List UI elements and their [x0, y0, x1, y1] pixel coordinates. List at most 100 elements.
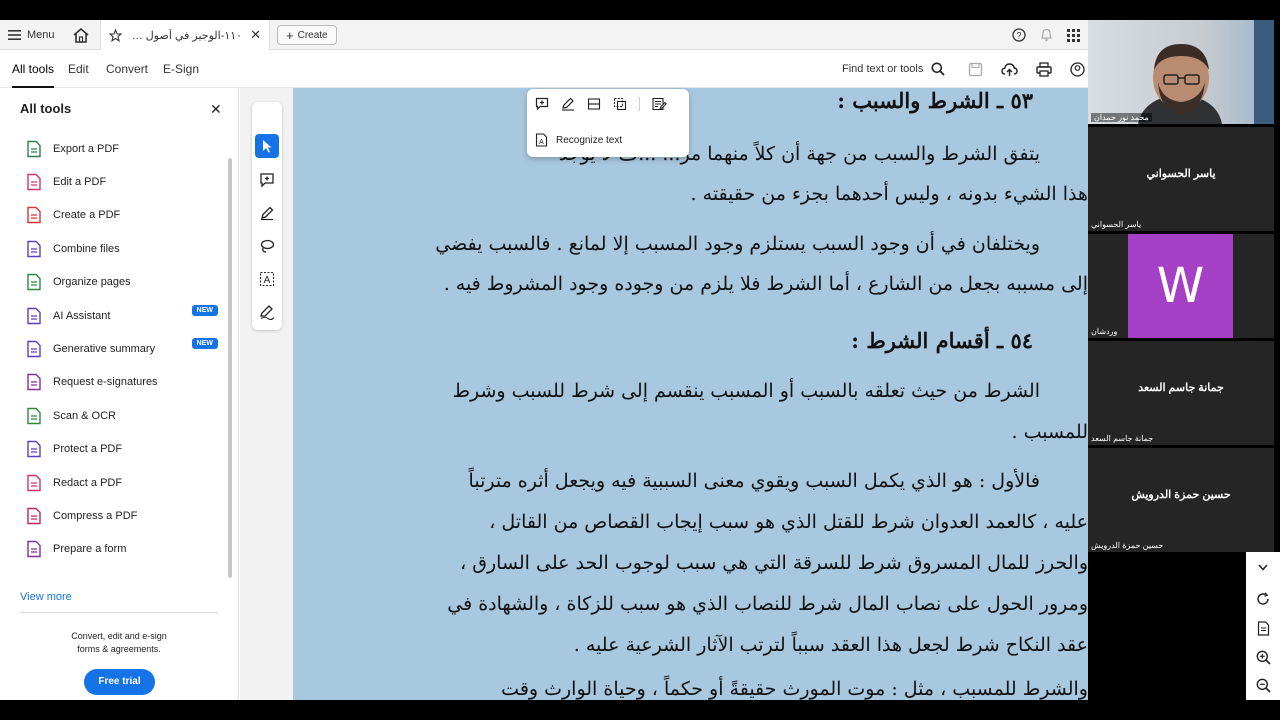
compress-pdf-icon: [27, 507, 41, 525]
document-text-line: للمسبب .: [1011, 421, 1088, 443]
tool-item[interactable]: Request e-signatures: [0, 366, 228, 399]
tab-convert[interactable]: Convert: [106, 50, 148, 88]
svg-text:A: A: [264, 275, 271, 286]
tool-item-label: Compress a PDF: [53, 509, 138, 522]
menu-label: Menu: [27, 29, 55, 41]
tool-item-label: Generative summary: [53, 343, 156, 356]
tool-item[interactable]: Organize pages: [0, 266, 228, 299]
participant-name: حسين حمزة الدرويش: [1091, 541, 1164, 550]
pdf-page[interactable]: ٥٣ ـ الشرط والسبب : يتفق الشرط والسبب من …: [293, 88, 1088, 700]
save-icon[interactable]: [968, 62, 983, 77]
free-trial-button[interactable]: Free trial: [84, 669, 155, 695]
sign-tool[interactable]: [255, 300, 279, 324]
bell-icon[interactable]: [1040, 28, 1053, 42]
promo-line-1: Convert, edit and e-sign: [71, 631, 167, 641]
tool-item[interactable]: Protect a PDF: [0, 433, 228, 466]
cursor-arrow-icon: [263, 140, 272, 153]
home-button[interactable]: [73, 20, 89, 50]
comment-plus-icon[interactable]: [535, 97, 549, 111]
select-tool-button[interactable]: [255, 134, 279, 158]
participant-display-name: ياسر الحسواني: [1146, 168, 1216, 180]
export-pdf-icon: [27, 140, 41, 157]
tab-all-tools[interactable]: All tools: [12, 50, 55, 88]
tool-item[interactable]: Generative summary NEW: [0, 332, 228, 365]
text-box-tool[interactable]: A: [255, 267, 279, 291]
draw-tool[interactable]: [255, 234, 279, 258]
document-text-line: إلى مسببه بجعل من الشارع ، أما الشرط فلا…: [443, 273, 1088, 295]
scan-ocr-icon: [27, 407, 41, 425]
strikethrough-icon[interactable]: [587, 97, 601, 111]
participant-name: وردشان: [1091, 327, 1118, 336]
document-text-line: والشرط للمسبب ، مثل : موت المورث حقيقةً …: [501, 678, 1088, 700]
tab-edit[interactable]: Edit: [68, 50, 89, 88]
toolbar-actions: [968, 50, 1085, 88]
panel-scrollbar[interactable]: [228, 158, 232, 578]
tool-item[interactable]: Export a PDF: [0, 132, 228, 165]
tool-item-label: Organize pages: [53, 276, 131, 289]
participant-name: جمانة جاسم السعد: [1091, 434, 1154, 443]
selection-actions: [535, 97, 667, 111]
star-icon[interactable]: [109, 28, 122, 42]
find-text-or-tools[interactable]: Find text or tools: [842, 50, 945, 88]
highlight-pen-icon[interactable]: [561, 97, 575, 111]
copy-region-icon[interactable]: [613, 97, 627, 111]
tool-item[interactable]: Edit a PDF: [0, 165, 228, 198]
participant-name: محمد نور حمدان: [1091, 113, 1152, 122]
recognize-text-label: Recognize text: [556, 134, 623, 146]
edit-pdf-icon: [27, 173, 41, 191]
participant-video-person: [1138, 44, 1222, 124]
fill-sign-icon: [260, 305, 275, 320]
create-pdf-icon: [27, 207, 41, 224]
tool-item-label: Scan & OCR: [53, 409, 116, 422]
main-toolbar: All tools Edit Convert E-Sign Find text …: [0, 50, 1088, 88]
search-icon: [931, 62, 945, 76]
tool-item[interactable]: AI Assistant NEW: [0, 299, 228, 332]
create-button[interactable]: + Create: [277, 25, 337, 45]
tool-item-label: Export a PDF: [53, 142, 120, 155]
participant-tile-video[interactable]: محمد نور حمدان: [1088, 20, 1274, 124]
participant-tile[interactable]: حسين حمزة الدرويش حسين حمزة الدرويش: [1088, 448, 1274, 552]
document-text-line: الشرط من حيث تعلقه بالسبب أو المسبب ينقس…: [452, 380, 1040, 402]
tool-item[interactable]: Create a PDF: [0, 199, 228, 232]
zoom-in-icon[interactable]: [1254, 648, 1272, 666]
chevron-down-icon[interactable]: [1254, 558, 1272, 576]
menu-button[interactable]: Menu: [8, 20, 55, 50]
participant-name: ياسر الحسواني: [1091, 220, 1142, 229]
document-text-line: ومرور الحول على نصاب المال شرط للنصاب ال…: [447, 593, 1088, 615]
account-icon[interactable]: [1070, 61, 1085, 77]
tool-item[interactable]: Compress a PDF: [0, 499, 228, 532]
apps-grid-icon[interactable]: [1067, 28, 1080, 42]
tool-item-label: Redact a PDF: [53, 476, 123, 489]
add-comment-tool[interactable]: [255, 168, 279, 192]
document-tab-title: ١١٠-الوجيز في أصول الفقه...: [130, 29, 243, 42]
view-more-link[interactable]: View more: [20, 591, 72, 603]
tool-item[interactable]: Redact a PDF: [0, 466, 228, 499]
new-badge: NEW: [191, 304, 218, 316]
participant-tile[interactable]: جمانة جاسم السعد جمانة جاسم السعد: [1088, 341, 1274, 445]
edit-text-icon[interactable]: [652, 97, 667, 111]
zoom-out-icon[interactable]: [1254, 676, 1272, 694]
refresh-icon[interactable]: [1254, 590, 1272, 608]
help-icon[interactable]: ?: [1012, 28, 1026, 42]
tool-item-label: Create a PDF: [53, 209, 121, 222]
recognize-text-button[interactable]: A Recognize text: [535, 133, 622, 147]
section-heading: ٥٣ ـ الشرط والسبب :: [837, 88, 1033, 113]
lasso-icon: [260, 239, 275, 253]
page-properties-icon[interactable]: [1254, 619, 1272, 637]
close-panel-icon[interactable]: ✕: [210, 101, 222, 118]
participant-display-name: حسين حمزة الدرويش: [1131, 489, 1231, 501]
tool-item-label: Combine files: [53, 242, 120, 255]
tool-item[interactable]: Prepare a form: [0, 533, 228, 566]
print-icon[interactable]: [1036, 61, 1052, 77]
close-tab-icon[interactable]: ✕: [250, 27, 261, 43]
document-text-line: عليه ، كالعمد العدوان شرط للقتل الذي هو …: [489, 511, 1088, 533]
recognize-text-icon: A: [535, 133, 548, 147]
highlight-tool[interactable]: [255, 201, 279, 225]
tab-e-sign[interactable]: E-Sign: [163, 50, 199, 88]
participant-tile[interactable]: ياسر الحسواني ياسر الحسواني: [1088, 127, 1274, 231]
upload-cloud-icon[interactable]: [1001, 62, 1018, 77]
tool-item[interactable]: Combine files: [0, 232, 228, 265]
tool-item[interactable]: Scan & OCR: [0, 399, 228, 432]
tab-document[interactable]: ١١٠-الوجيز في أصول الفقه... ✕: [100, 20, 270, 50]
participant-tile-avatar[interactable]: W وردشان: [1088, 234, 1274, 338]
